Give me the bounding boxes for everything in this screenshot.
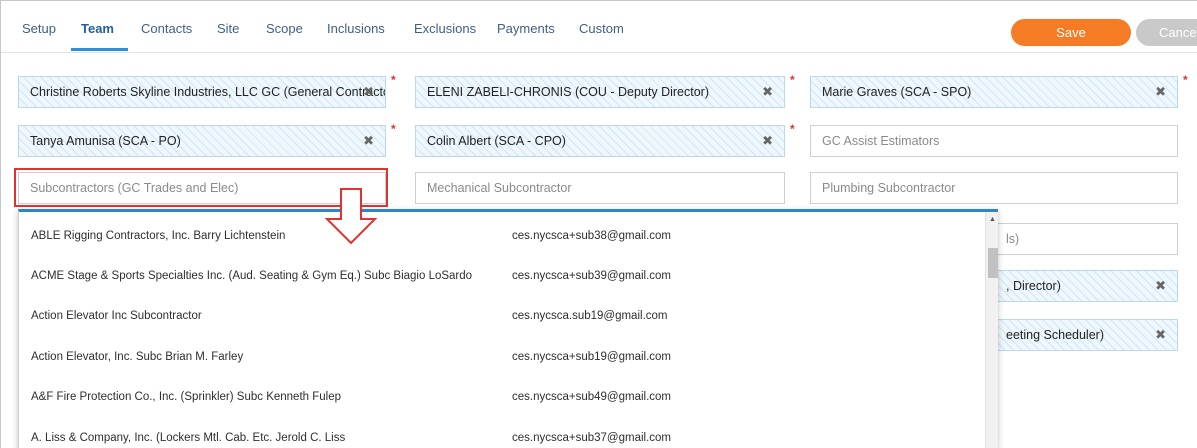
remove-icon[interactable]: ✖: [1155, 320, 1166, 350]
field-placeholder: ls): [1006, 232, 1020, 246]
tab-exclusions[interactable]: Exclusions: [414, 21, 476, 36]
option-email: ces.nycsca.sub19@gmail.com: [512, 310, 668, 322]
option-name: Action Elevator, Inc. Subc Brian M. Farl…: [31, 351, 244, 363]
field-value: Christine Roberts Skyline Industries, LL…: [30, 85, 386, 99]
option-name: ACME Stage & Sports Specialties Inc. (Au…: [31, 270, 473, 282]
required-marker: *: [1183, 73, 1188, 87]
dropdown-option[interactable]: ACME Stage & Sports Specialties Inc. (Au…: [19, 257, 985, 297]
option-name: ABLE Rigging Contractors, Inc. Barry Lic…: [31, 230, 286, 242]
tab-scope[interactable]: Scope: [266, 21, 303, 36]
field-value: Colin Albert (SCA - CPO): [427, 134, 566, 148]
field-placeholder: Plumbing Subcontractor: [822, 181, 956, 195]
dropdown-option[interactable]: Action Elevator Inc Subcontractor ces.ny…: [19, 297, 985, 337]
team-field-spo[interactable]: Marie Graves (SCA - SPO) ✖: [810, 76, 1178, 108]
page-frame: Setup Team Contacts Site Scope Inclusion…: [0, 0, 1197, 448]
remove-icon[interactable]: ✖: [363, 126, 374, 156]
dropdown-option[interactable]: ABLE Rigging Contractors, Inc. Barry Lic…: [19, 217, 985, 257]
scrollbar-thumb[interactable]: [988, 248, 998, 278]
plumbing-subcontractor-input[interactable]: Plumbing Subcontractor: [810, 172, 1178, 204]
subcontractor-dropdown: ABLE Rigging Contractors, Inc. Barry Lic…: [18, 209, 998, 448]
tab-site[interactable]: Site: [217, 21, 239, 36]
option-name: A. Liss & Company, Inc. (Lockers Mtl. Ca…: [31, 432, 346, 444]
option-email: ces.nycsca+sub39@gmail.com: [512, 270, 672, 282]
dropdown-option[interactable]: Action Elevator, Inc. Subc Brian M. Farl…: [19, 338, 985, 378]
tab-contacts[interactable]: Contacts: [141, 21, 192, 36]
annotation-arrow-icon: [324, 188, 378, 245]
option-name: Action Elevator Inc Subcontractor: [31, 310, 202, 322]
team-field-cpo[interactable]: Colin Albert (SCA - CPO) ✖: [415, 125, 785, 157]
mechanical-subcontractor-input[interactable]: Mechanical Subcontractor: [415, 172, 785, 204]
cancel-button[interactable]: Cancel: [1136, 19, 1197, 46]
team-field-deputy-director[interactable]: ELENI ZABELI-CHRONIS (COU - Deputy Direc…: [415, 76, 785, 108]
required-marker: *: [391, 73, 396, 87]
remove-icon[interactable]: ✖: [1155, 271, 1166, 301]
field-value: Tanya Amunisa (SCA - PO): [30, 134, 181, 148]
required-marker: *: [790, 122, 795, 136]
tab-bar: Setup Team Contacts Site Scope Inclusion…: [1, 1, 1197, 53]
team-field-po[interactable]: Tanya Amunisa (SCA - PO) ✖: [18, 125, 386, 157]
option-email: ces.nycsca+sub49@gmail.com: [512, 391, 672, 403]
required-marker: *: [790, 73, 795, 87]
field-value: ELENI ZABELI-CHRONIS (COU - Deputy Direc…: [427, 85, 709, 99]
tab-inclusions[interactable]: Inclusions: [327, 21, 385, 36]
remove-icon[interactable]: ✖: [363, 77, 374, 107]
required-marker: *: [391, 122, 396, 136]
field-placeholder: GC Assist Estimators: [822, 134, 940, 148]
dropdown-scrollbar[interactable]: ▲: [985, 212, 998, 448]
dropdown-option[interactable]: A. Liss & Company, Inc. (Lockers Mtl. Ca…: [19, 419, 985, 448]
team-field-gc[interactable]: Christine Roberts Skyline Industries, LL…: [18, 76, 386, 108]
field-placeholder: Mechanical Subcontractor: [427, 181, 572, 195]
scroll-up-icon[interactable]: ▲: [989, 216, 996, 223]
remove-icon[interactable]: ✖: [762, 126, 773, 156]
remove-icon[interactable]: ✖: [762, 77, 773, 107]
option-email: ces.nycsca+sub37@gmail.com: [512, 432, 672, 444]
tab-payments[interactable]: Payments: [497, 21, 555, 36]
tab-custom[interactable]: Custom: [579, 21, 624, 36]
tab-setup[interactable]: Setup: [22, 21, 56, 36]
gc-assist-estimators-input[interactable]: GC Assist Estimators: [810, 125, 1178, 157]
option-name: A&F Fire Protection Co., Inc. (Sprinkler…: [31, 391, 341, 403]
remove-icon[interactable]: ✖: [1155, 77, 1166, 107]
dropdown-option[interactable]: A&F Fire Protection Co., Inc. (Sprinkler…: [19, 378, 985, 418]
tab-team[interactable]: Team: [81, 21, 114, 36]
field-value: Marie Graves (SCA - SPO): [822, 85, 972, 99]
active-tab-indicator: [71, 48, 128, 51]
save-button[interactable]: Save: [1011, 19, 1131, 46]
option-email: ces.nycsca+sub19@gmail.com: [512, 351, 672, 363]
option-email: ces.nycsca+sub38@gmail.com: [512, 230, 672, 242]
field-value: , Director): [1006, 279, 1061, 293]
field-value: eeting Scheduler): [1006, 328, 1104, 342]
